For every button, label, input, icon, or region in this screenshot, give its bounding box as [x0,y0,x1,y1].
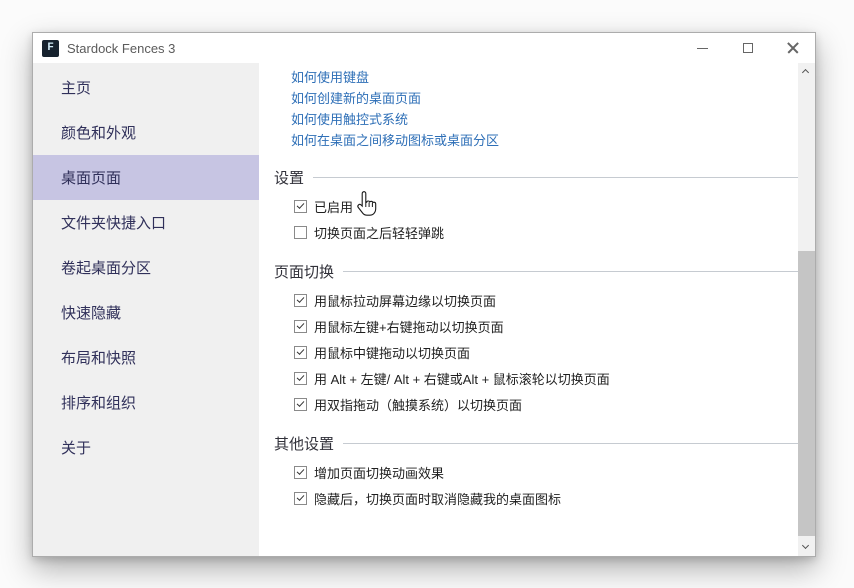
scroll-down-icon[interactable] [798,539,815,556]
section-other-settings: 其他设置 增加页面切换动画效果 隐藏后，切换页面时取消隐藏我的桌面图标 [274,432,815,511]
option-label: 增加页面切换动画效果 [314,465,445,481]
checkbox-bounce-after-switch[interactable] [294,225,307,239]
checkbox-two-finger-drag[interactable] [294,397,307,411]
checkbox-switch-animation[interactable] [294,465,307,479]
help-link-create-page[interactable]: 如何创建新的桌面页面 [291,88,815,109]
close-icon [787,42,799,54]
option-label: 用鼠标中键拖动以切换页面 [314,345,471,361]
option-label: 用 Alt + 左键/ Alt + 右键或Alt + 鼠标滚轮以切换页面 [314,371,610,387]
help-link-keyboard[interactable]: 如何使用键盘 [291,67,815,88]
option-two-finger-drag[interactable]: 用双指拖动（触摸系统）以切换页面 [274,391,815,417]
checkbox-enabled[interactable] [294,199,307,213]
app-icon: F [42,39,59,57]
sidebar-item-folder-portals[interactable]: 文件夹快捷入口 [33,200,259,245]
sidebar-item-about[interactable]: 关于 [33,425,259,470]
section-title-page-switching: 页面切换 [274,263,335,281]
option-alt-combo[interactable]: 用 Alt + 左键/ Alt + 右键或Alt + 鼠标滚轮以切换页面 [274,365,815,391]
title-bar: F Stardock Fences 3 [33,33,815,63]
option-switch-animation[interactable]: 增加页面切换动画效果 [274,459,815,485]
sidebar-item-layout-snapshots[interactable]: 布局和快照 [33,335,259,380]
checkbox-middle-drag[interactable] [294,345,307,359]
minimize-icon [697,47,708,49]
window-controls [680,33,815,63]
option-left-right-drag[interactable]: 用鼠标左键+右键拖动以切换页面 [274,313,815,339]
section-settings: 设置 已启用 切换页面之后轻轻弹跳 [274,166,815,245]
maximize-button[interactable] [725,33,770,63]
option-label: 用鼠标拉动屏幕边缘以切换页面 [314,293,497,309]
section-divider [313,176,811,178]
option-label: 隐藏后，切换页面时取消隐藏我的桌面图标 [314,491,562,507]
help-link-move-icons[interactable]: 如何在桌面之间移动图标或桌面分区 [291,130,815,151]
sidebar: 主页 颜色和外观 桌面页面 文件夹快捷入口 卷起桌面分区 快速隐藏 布局和快照 … [33,63,259,556]
option-label: 用鼠标左键+右键拖动以切换页面 [314,319,504,335]
option-unhide-on-switch[interactable]: 隐藏后，切换页面时取消隐藏我的桌面图标 [274,485,815,511]
section-divider [343,270,811,272]
sidebar-item-sorting-organizing[interactable]: 排序和组织 [33,380,259,425]
content-pane: 如何使用键盘 如何创建新的桌面页面 如何使用触控式系统 如何在桌面之间移动图标或… [259,63,815,556]
option-drag-screen-edge[interactable]: 用鼠标拉动屏幕边缘以切换页面 [274,287,815,313]
checkbox-drag-screen-edge[interactable] [294,293,307,307]
help-links: 如何使用键盘 如何创建新的桌面页面 如何使用触控式系统 如何在桌面之间移动图标或… [274,65,815,151]
sidebar-item-colors-appearance[interactable]: 颜色和外观 [33,110,259,155]
sidebar-item-home[interactable]: 主页 [33,65,259,110]
option-enabled[interactable]: 已启用 [274,193,815,219]
window-title: Stardock Fences 3 [67,40,176,56]
section-divider [343,442,811,444]
sidebar-item-quick-hide[interactable]: 快速隐藏 [33,290,259,335]
option-middle-drag[interactable]: 用鼠标中键拖动以切换页面 [274,339,815,365]
scrollbar-track[interactable] [798,80,815,539]
scrollbar[interactable] [798,63,815,556]
maximize-icon [742,43,753,53]
app-window: F Stardock Fences 3 主页 颜色和外观 桌面页面 文件夹快捷入… [32,32,816,557]
section-title-other-settings: 其他设置 [274,435,335,453]
option-label: 用双指拖动（触摸系统）以切换页面 [314,397,523,413]
main-area: 主页 颜色和外观 桌面页面 文件夹快捷入口 卷起桌面分区 快速隐藏 布局和快照 … [33,63,815,556]
sidebar-item-desktop-pages[interactable]: 桌面页面 [33,155,259,200]
scroll-up-icon[interactable] [798,63,815,80]
option-label: 切换页面之后轻轻弹跳 [314,225,445,241]
minimize-button[interactable] [680,33,725,63]
scrollbar-thumb[interactable] [798,251,815,536]
checkbox-left-right-drag[interactable] [294,319,307,333]
section-page-switching: 页面切换 用鼠标拉动屏幕边缘以切换页面 用鼠标左键+右键拖动以切换页面 用鼠标中… [274,260,815,417]
checkbox-unhide-on-switch[interactable] [294,491,307,505]
help-link-touch-system[interactable]: 如何使用触控式系统 [291,109,815,130]
close-button[interactable] [770,33,815,63]
option-bounce-after-switch[interactable]: 切换页面之后轻轻弹跳 [274,219,815,245]
sidebar-item-rollup-fences[interactable]: 卷起桌面分区 [33,245,259,290]
option-label: 已启用 [314,199,354,215]
checkbox-alt-combo[interactable] [294,371,307,385]
section-title-settings: 设置 [274,169,305,187]
